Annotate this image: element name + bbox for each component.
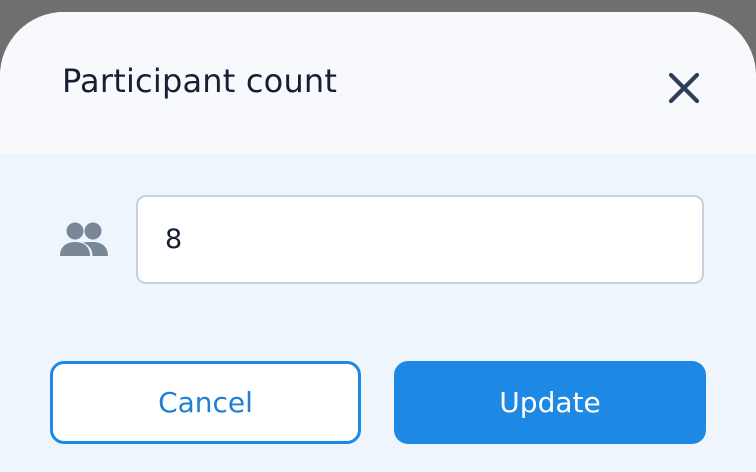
people-icon	[60, 222, 108, 256]
participant-count-input[interactable]	[138, 197, 702, 282]
close-button[interactable]	[660, 64, 708, 112]
cancel-button-label: Cancel	[158, 386, 253, 419]
participant-count-field[interactable]	[136, 195, 704, 284]
update-button-label: Update	[499, 386, 601, 419]
dialog-title: Participant count	[62, 62, 338, 100]
update-button[interactable]: Update	[394, 361, 706, 444]
cancel-button[interactable]: Cancel	[50, 361, 361, 444]
dialog-header: Participant count	[0, 12, 756, 154]
close-icon	[668, 72, 700, 104]
